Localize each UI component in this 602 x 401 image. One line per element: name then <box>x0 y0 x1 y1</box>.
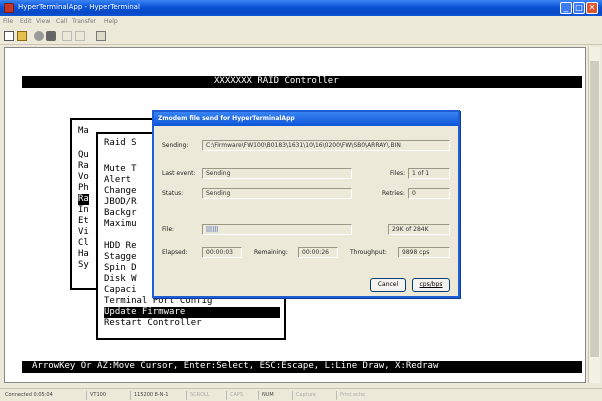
raid-settings-item[interactable]: Mute T <box>104 164 137 175</box>
raid-settings-item[interactable]: Disk W <box>104 274 137 285</box>
terminal-footer-bar: ArrowKey Or AZ:Move Cursor, Enter:Select… <box>22 361 582 373</box>
throughput-field: 9898 cps <box>398 247 450 258</box>
menu-view[interactable]: View <box>36 18 50 25</box>
menu-call[interactable]: Call <box>56 18 67 25</box>
raid-settings-item[interactable]: Backgr <box>104 208 137 219</box>
main-menu-item[interactable]: Vo <box>78 172 89 183</box>
toolbar <box>0 27 602 45</box>
raid-settings-title: Raid S <box>104 138 137 148</box>
minimize-button[interactable]: _ <box>560 2 572 14</box>
retries-field: 0 <box>408 188 450 199</box>
last-event-field: Sending <box>202 168 352 179</box>
status-label: Status: <box>162 190 184 197</box>
raid-settings-item[interactable]: Stagge <box>104 252 137 263</box>
files-label: Files: <box>390 170 406 177</box>
connection-status: Connected 0:05:04 <box>5 392 53 398</box>
main-menu-item[interactable]: Vi <box>78 227 89 238</box>
raid-settings-item[interactable]: Capaci <box>104 285 137 296</box>
dialog-title-bar: Zmodem file send for HyperTerminalApp <box>154 112 458 126</box>
num-indicator: NUM <box>258 391 286 400</box>
menu-help[interactable]: Help <box>104 18 118 25</box>
file-label: File: <box>162 226 175 233</box>
emulation-status: VT100 <box>86 391 126 400</box>
vertical-scrollbar[interactable] <box>588 47 600 383</box>
port-settings-status: 115200 8-N-1 <box>130 391 180 400</box>
main-menu-item[interactable]: Ra <box>78 161 89 172</box>
zmodem-send-dialog: Zmodem file send for HyperTerminalApp Se… <box>152 110 460 298</box>
status-field: Sending <box>202 188 352 199</box>
cancel-button[interactable]: Cancel <box>370 278 406 292</box>
raid-settings-item[interactable]: Spin D <box>104 263 137 274</box>
close-button[interactable]: ✕ <box>586 2 598 14</box>
new-connection-icon[interactable] <box>4 31 14 41</box>
connect-icon[interactable] <box>34 31 44 41</box>
remaining-field: 00:00:26 <box>298 247 338 258</box>
main-menu-item[interactable]: Ph <box>78 183 89 194</box>
raid-settings-item[interactable]: HDD Re <box>104 241 137 252</box>
elapsed-label: Elapsed: <box>162 249 188 256</box>
caps-indicator: CAPS <box>226 391 254 400</box>
title-bar: HyperTerminalApp - HyperTerminal _ □ ✕ <box>0 0 602 16</box>
file-size-field: 29K of 284K <box>388 224 450 235</box>
main-menu-item[interactable]: In <box>78 205 89 216</box>
raid-settings-item[interactable]: Maximu <box>104 219 137 230</box>
file-progress-bar: |||||| <box>202 224 352 235</box>
menu-bar: File Edit View Call Transfer Help <box>0 16 602 27</box>
hyperterminal-app-icon[interactable] <box>4 3 14 13</box>
elapsed-field: 00:00:03 <box>202 247 242 258</box>
dialog-title: Zmodem file send for HyperTerminalApp <box>158 115 295 122</box>
receive-file-icon[interactable] <box>75 31 85 41</box>
terminal-footer-text: ArrowKey Or AZ:Move Cursor, Enter:Select… <box>32 361 439 371</box>
raid-settings-item[interactable]: Restart Controller <box>104 318 202 329</box>
send-file-icon[interactable] <box>62 31 72 41</box>
raid-settings-item[interactable]: Alert <box>104 175 137 186</box>
open-folder-icon[interactable] <box>17 31 27 41</box>
menu-transfer[interactable]: Transfer <box>72 18 96 25</box>
remaining-label: Remaining: <box>254 249 288 256</box>
sending-label: Sending: <box>162 142 189 149</box>
main-menu-item[interactable]: Cl <box>78 238 89 249</box>
main-menu-item[interactable]: Qu <box>78 150 89 161</box>
update-firmware-item-selected[interactable]: Update Firmware <box>104 307 280 318</box>
disconnect-icon[interactable] <box>46 31 56 41</box>
window-title: HyperTerminalApp - HyperTerminal <box>18 3 140 11</box>
main-menu-title: Ma <box>78 126 89 136</box>
raid-settings-item[interactable]: JBOD/R <box>104 197 137 208</box>
files-field: 1 of 1 <box>408 168 450 179</box>
retries-label: Retries: <box>382 190 405 197</box>
maximize-button[interactable]: □ <box>573 2 585 14</box>
main-menu-item-selected[interactable]: Ra <box>78 194 89 205</box>
terminal-header-bar: XXXXXXX RAID Controller <box>22 76 582 88</box>
menu-file[interactable]: File <box>3 18 13 25</box>
print-echo-indicator: Print echo <box>336 391 382 400</box>
properties-icon[interactable] <box>96 31 106 41</box>
scrollbar-thumb[interactable] <box>590 61 599 357</box>
sending-field: C:\Firmware\FW100\B0183\1631\10\16\0200\… <box>202 140 450 151</box>
main-menu-item[interactable]: Sy <box>78 260 89 271</box>
terminal-header-text: XXXXXXX RAID Controller <box>214 76 339 86</box>
scroll-indicator: SCROLL <box>186 391 222 400</box>
raid-settings-item[interactable]: Change <box>104 186 137 197</box>
main-menu-item[interactable]: Et <box>78 216 89 227</box>
main-menu-item[interactable]: Ha <box>78 249 89 260</box>
status-bar: Connected 0:05:04 VT100 115200 8-N-1 SCR… <box>0 388 602 401</box>
capture-indicator: Capture <box>292 391 332 400</box>
cps-bps-button[interactable]: cps/bps <box>412 278 450 292</box>
throughput-label: Throughput: <box>350 249 387 256</box>
last-event-label: Last event: <box>162 170 196 177</box>
menu-edit[interactable]: Edit <box>20 18 32 25</box>
